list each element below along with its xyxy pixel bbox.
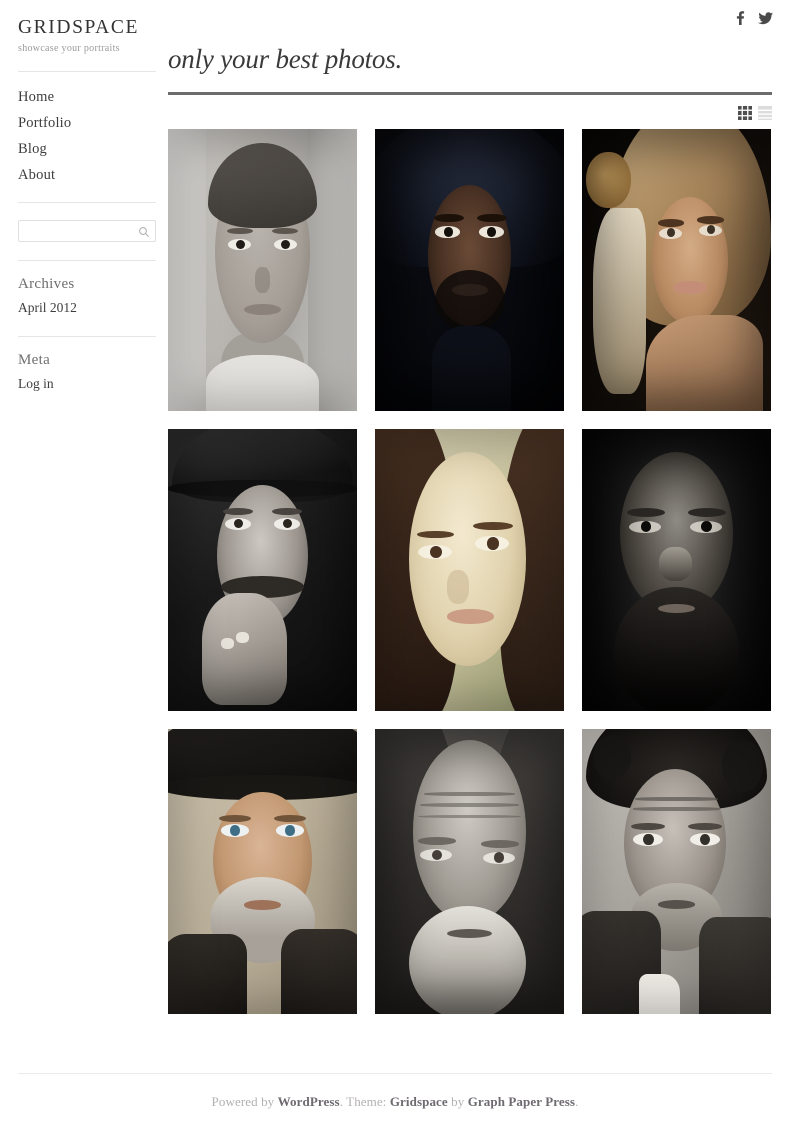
footer-by: by [447, 1094, 468, 1109]
list-view-icon[interactable] [758, 106, 772, 120]
widget-title-meta: Meta [18, 352, 51, 369]
title-divider [168, 92, 772, 95]
main-content: only your best photos. [168, 44, 772, 1014]
photo-8 [375, 729, 564, 1014]
primary-nav: Home Portfolio Blog About [18, 72, 156, 188]
grid-view-icon[interactable] [738, 106, 752, 120]
gallery-item[interactable] [582, 129, 771, 411]
search-box[interactable] [18, 220, 156, 243]
nav-link-home[interactable]: Home [18, 84, 156, 110]
photo-7 [168, 729, 357, 1014]
site-description: showcase your portraits [18, 43, 120, 55]
nav-link-about[interactable]: About [18, 162, 156, 188]
footer-suffix: . [575, 1094, 579, 1109]
nav-item-about[interactable]: About [18, 162, 156, 188]
gallery-item[interactable] [375, 729, 564, 1014]
nav-link-blog[interactable]: Blog [18, 136, 156, 162]
theme-link[interactable]: Gridspace [390, 1094, 448, 1109]
photo-5 [375, 429, 564, 711]
nav-link-portfolio[interactable]: Portfolio [18, 110, 156, 136]
gallery-item[interactable] [168, 729, 357, 1014]
gallery-item[interactable] [582, 729, 771, 1014]
gallery-item[interactable] [168, 129, 357, 411]
sidebar: GRIDSPACE showcase your portraits Home P… [18, 17, 156, 397]
footer-credits: Powered by WordPress. Theme: Gridspace b… [0, 1094, 790, 1110]
search-input[interactable] [19, 221, 135, 242]
footer-prefix: Powered by [211, 1094, 278, 1109]
photo-2 [375, 129, 564, 411]
list-item[interactable]: April 2012 [18, 295, 156, 321]
widget-archives: Archives April 2012 [18, 261, 156, 321]
social-links [733, 10, 773, 26]
page-title: only your best photos. [168, 44, 403, 74]
page-root: GRIDSPACE showcase your portraits Home P… [0, 0, 790, 1139]
nav-item-blog[interactable]: Blog [18, 136, 156, 162]
footer-middle: . Theme: [339, 1094, 390, 1109]
footer-divider [18, 1073, 772, 1074]
search-icon[interactable] [138, 225, 150, 238]
gallery-item[interactable] [375, 429, 564, 711]
gallery-item[interactable] [582, 429, 771, 711]
author-link[interactable]: Graph Paper Press [468, 1094, 575, 1109]
photo-3 [582, 129, 771, 411]
list-item[interactable]: Log in [18, 371, 156, 397]
photo-9 [582, 729, 771, 1014]
photo-1 [168, 129, 357, 411]
meta-link-log-in[interactable]: Log in [18, 371, 156, 397]
gallery-item[interactable] [375, 129, 564, 411]
site-title: GRIDSPACE [18, 17, 139, 38]
nav-item-portfolio[interactable]: Portfolio [18, 110, 156, 136]
wordpress-link[interactable]: WordPress [278, 1094, 340, 1109]
photo-gallery [168, 129, 772, 1014]
archive-link-april-2012[interactable]: April 2012 [18, 295, 156, 321]
photo-4 [168, 429, 357, 711]
search-widget [18, 203, 156, 243]
widget-title-archives: Archives [18, 276, 75, 293]
twitter-icon[interactable] [758, 10, 773, 26]
nav-item-home[interactable]: Home [18, 84, 156, 110]
gallery-item[interactable] [168, 429, 357, 711]
photo-6 [582, 429, 771, 711]
widget-meta: Meta Log in [18, 337, 156, 397]
view-toggle [168, 106, 772, 120]
facebook-icon[interactable] [733, 10, 747, 26]
